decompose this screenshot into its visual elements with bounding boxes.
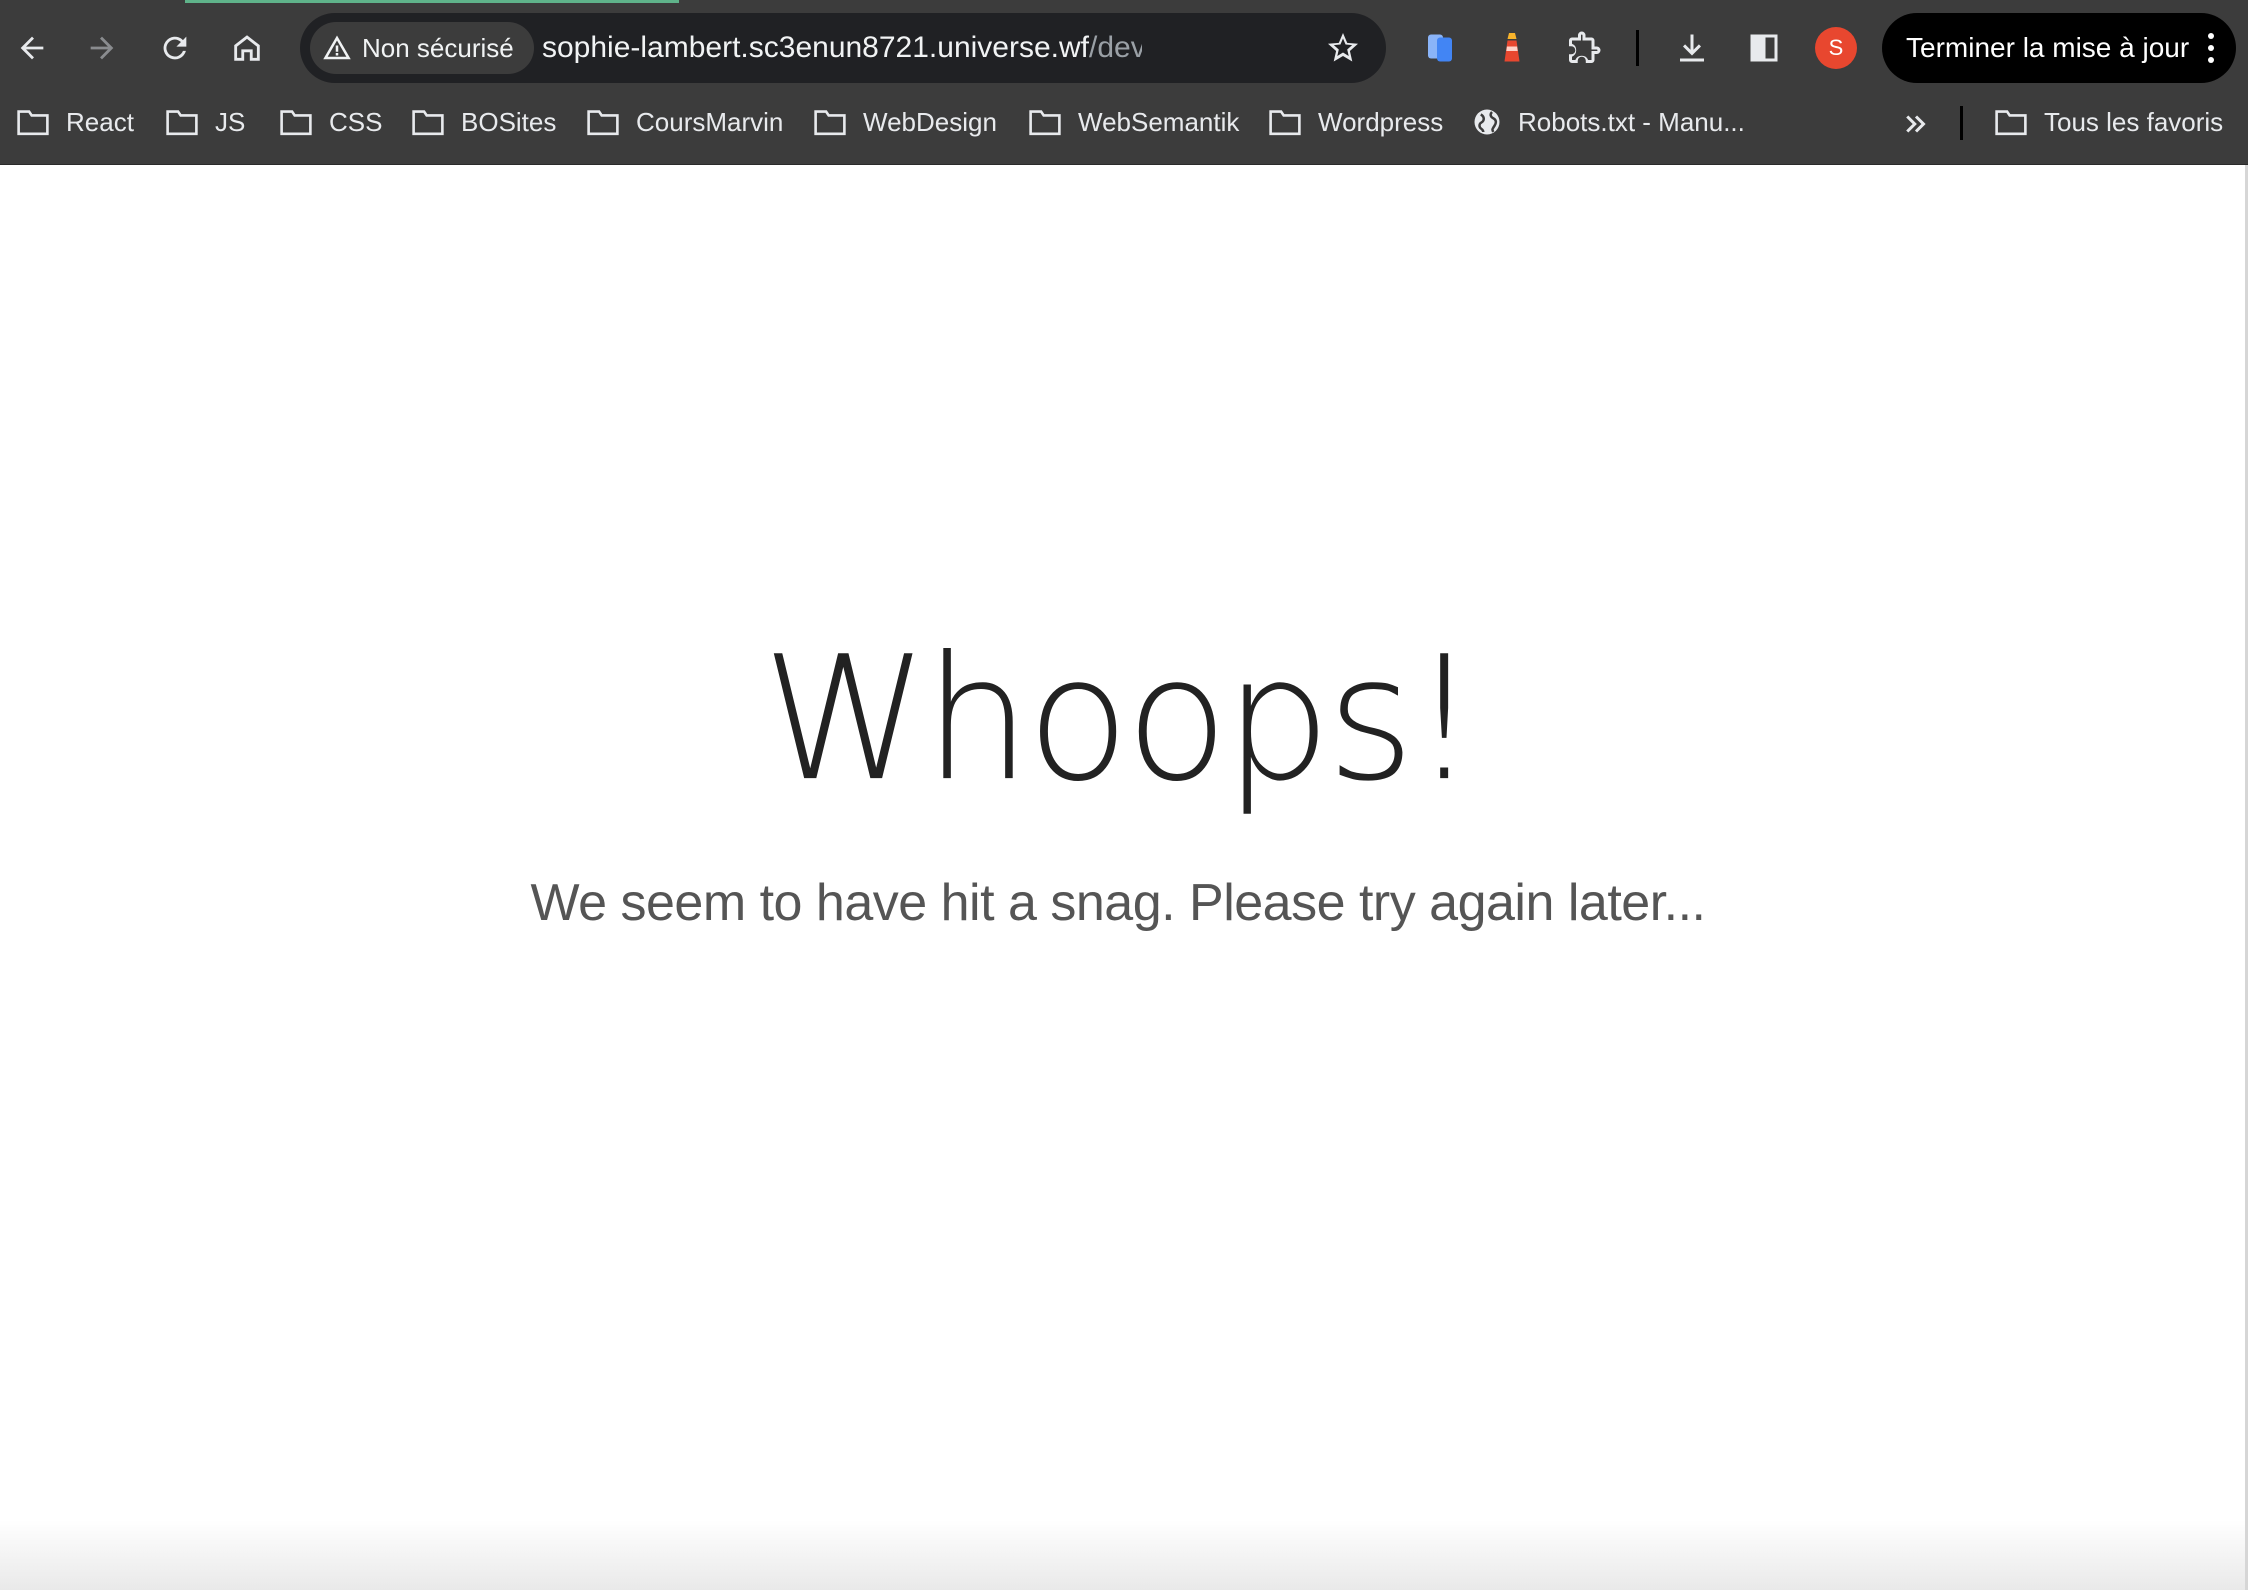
bookmarks-bar: React JS CSS BOSites CoursMarvin WebDesi… — [0, 98, 2248, 165]
globe-icon — [1474, 109, 1500, 135]
blue-phone-extension-icon — [1428, 34, 1452, 62]
bookmark-folder-css[interactable]: CSS — [279, 98, 382, 146]
lighthouse-extension-icon — [1504, 33, 1520, 62]
browser-toolbar: Non sécurisé sophie-lambert.sc3enun8721.… — [0, 0, 2248, 98]
bookmark-folder-bosites[interactable]: BOSites — [411, 98, 556, 146]
folder-icon — [814, 110, 846, 136]
download-icon — [1680, 34, 1704, 62]
bookmark-label: Robots.txt - Manu... — [1518, 106, 1745, 137]
bookmark-folder-webdesign[interactable]: WebDesign — [813, 98, 997, 146]
bookmark-star-button[interactable] — [1322, 27, 1364, 69]
bookmark-folder-js[interactable]: JS — [165, 98, 245, 146]
bookmark-robots-txt[interactable]: Robots.txt - Manu... — [1472, 98, 1745, 146]
warning-triangle-icon — [323, 35, 351, 60]
folder-icon — [587, 110, 619, 136]
folder-icon — [412, 110, 444, 136]
address-bar[interactable]: Non sécurisé sophie-lambert.sc3enun8721.… — [300, 13, 1386, 83]
bookmark-folder-react[interactable]: React — [16, 98, 134, 146]
bookmark-label: JS — [215, 106, 246, 137]
bookmark-label: React — [66, 106, 134, 137]
url-field[interactable]: sophie-lambert.sc3enun8721.universe.wf/d… — [542, 13, 1142, 83]
bookmark-label: CoursMarvin — [636, 106, 784, 137]
bookmark-folder-wordpress[interactable]: Wordpress — [1268, 98, 1443, 146]
folder-icon — [1995, 110, 2027, 136]
bookmarks-divider — [1960, 106, 1963, 140]
more-bookmarks-button[interactable] — [1896, 104, 1936, 144]
update-button-label: Terminer la mise à jour — [1906, 32, 2190, 63]
profile-avatar[interactable]: S — [1815, 27, 1857, 69]
kebab-menu-icon[interactable] — [2206, 33, 2216, 63]
home-icon — [234, 35, 260, 61]
arrow-left-icon — [20, 36, 44, 60]
bookmark-label: Tous les favoris — [2044, 106, 2224, 137]
browser-window: Non sécurisé sophie-lambert.sc3enun8721.… — [0, 0, 2248, 1590]
bookmark-folder-coursmarvin[interactable]: CoursMarvin — [586, 98, 783, 146]
security-indicator[interactable]: Non sécurisé — [310, 22, 534, 74]
bookmark-label: Wordpress — [1318, 106, 1444, 137]
puzzle-extensions-icon — [1569, 31, 1601, 63]
folder-icon — [280, 110, 312, 136]
url-host: sophie-lambert.sc3enun8721.universe.wf — [542, 31, 1089, 64]
error-message: We seem to have hit a snag. Please try a… — [530, 874, 1706, 932]
folder-icon — [1269, 110, 1301, 136]
page-loading-bar — [185, 0, 679, 3]
bookmark-folder-websemantik[interactable]: WebSemantik — [1028, 98, 1239, 146]
folder-icon — [166, 110, 198, 136]
security-label: Non sécurisé — [362, 32, 514, 63]
bottom-shadow — [0, 1520, 2248, 1590]
update-browser-button[interactable]: Terminer la mise à jour — [1882, 13, 2236, 83]
back-button[interactable] — [2, 18, 62, 78]
page-title: Whoops! — [762, 619, 1478, 819]
bookmark-label: CSS — [329, 106, 383, 137]
extension-button[interactable] — [1414, 22, 1466, 74]
bookmark-label: BOSites — [461, 106, 557, 137]
all-bookmarks-folder[interactable]: Tous les favoris — [1994, 98, 2223, 146]
bookmark-label: WebDesign — [863, 106, 997, 137]
reload-icon — [163, 36, 187, 60]
side-panel-button[interactable] — [1738, 22, 1790, 74]
toolbar-divider — [1636, 30, 1639, 66]
home-button[interactable] — [217, 18, 277, 78]
folder-icon — [17, 110, 49, 136]
url-path: /devis_php_co... — [1089, 31, 1142, 64]
downloads-button[interactable] — [1666, 22, 1718, 74]
extension-button[interactable] — [1486, 22, 1538, 74]
forward-button[interactable] — [72, 18, 132, 78]
arrow-right-icon — [90, 36, 114, 60]
double-chevron-right-icon — [1906, 115, 1926, 133]
extensions-menu-button[interactable] — [1558, 22, 1610, 74]
bookmark-label: WebSemantik — [1078, 106, 1240, 137]
reload-button[interactable] — [145, 18, 205, 78]
star-outline-icon — [1328, 33, 1358, 62]
side-panel-icon — [1750, 34, 1778, 62]
folder-icon — [1029, 110, 1061, 136]
page-content: Whoops! We seem to have hit a snag. Plea… — [0, 165, 2248, 1590]
